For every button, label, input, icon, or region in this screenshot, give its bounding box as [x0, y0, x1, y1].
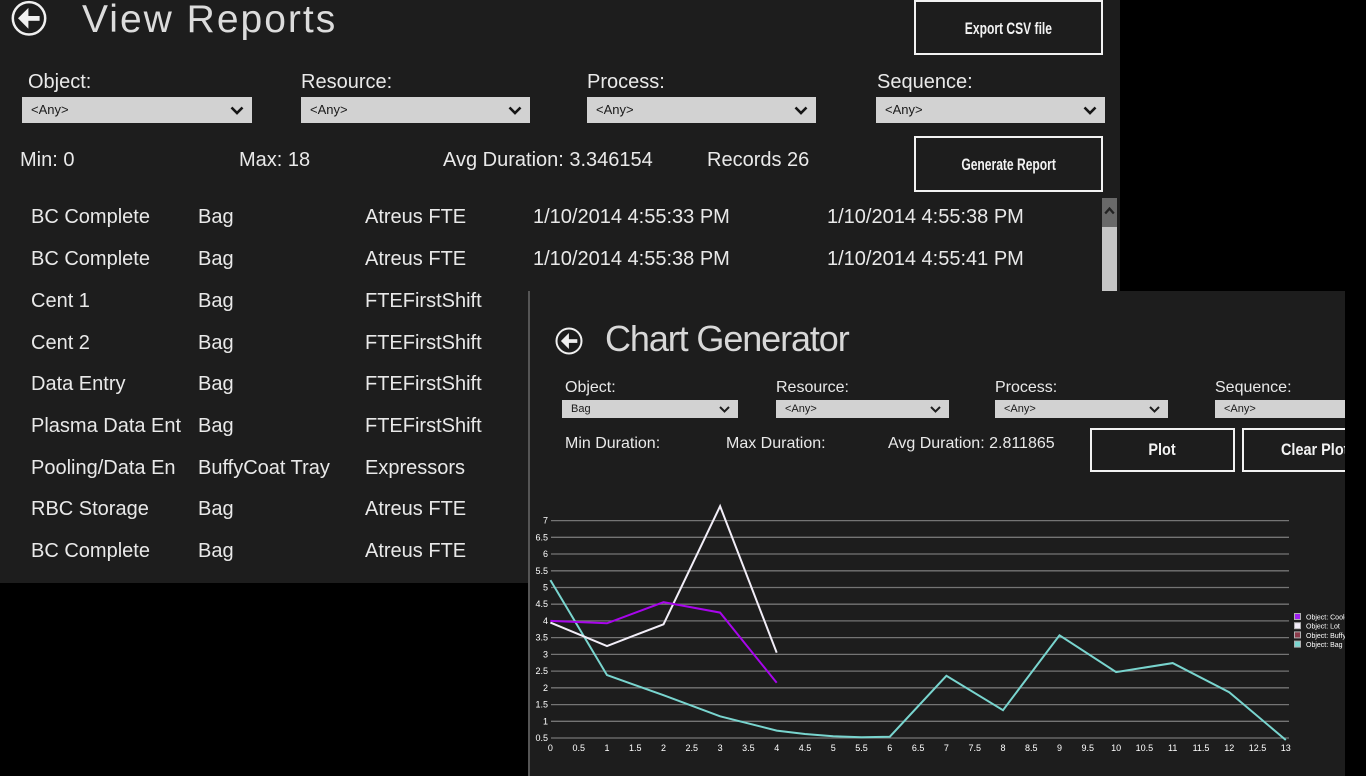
- svg-text:5: 5: [543, 583, 548, 593]
- svg-text:6: 6: [543, 549, 548, 559]
- svg-text:10: 10: [1111, 743, 1121, 753]
- svg-text:2: 2: [543, 683, 548, 693]
- svg-text:11.5: 11.5: [1193, 743, 1210, 753]
- svg-text:5.5: 5.5: [535, 566, 548, 576]
- svg-text:6.5: 6.5: [912, 743, 925, 753]
- svg-text:3.5: 3.5: [535, 633, 548, 643]
- svg-text:12: 12: [1224, 743, 1234, 753]
- svg-text:9.5: 9.5: [1082, 743, 1095, 753]
- svg-text:2.5: 2.5: [535, 666, 548, 676]
- svg-text:3.5: 3.5: [742, 743, 755, 753]
- svg-text:4.5: 4.5: [799, 743, 812, 753]
- svg-text:7.5: 7.5: [968, 743, 981, 753]
- svg-text:7: 7: [543, 516, 548, 526]
- svg-text:8.5: 8.5: [1025, 743, 1038, 753]
- svg-text:7: 7: [944, 743, 949, 753]
- svg-text:2: 2: [661, 743, 666, 753]
- svg-text:3: 3: [543, 649, 548, 659]
- svg-text:0.5: 0.5: [535, 733, 548, 743]
- svg-text:0.5: 0.5: [572, 743, 585, 753]
- svg-text:6.5: 6.5: [535, 532, 548, 542]
- svg-text:9: 9: [1057, 743, 1062, 753]
- svg-text:4.5: 4.5: [535, 599, 548, 609]
- svg-text:5: 5: [831, 743, 836, 753]
- svg-text:11: 11: [1168, 743, 1177, 753]
- svg-text:12.5: 12.5: [1249, 743, 1267, 753]
- svg-text:4: 4: [543, 616, 548, 626]
- svg-text:8: 8: [1000, 743, 1005, 753]
- svg-text:Object: Cooler: Object: Cooler: [1306, 615, 1345, 622]
- svg-text:3: 3: [718, 743, 723, 753]
- svg-text:4: 4: [774, 743, 779, 753]
- svg-text:Object: Lot: Object: Lot: [1306, 624, 1340, 631]
- svg-text:Object: BuffyCoat: Object: BuffyCoat: [1306, 633, 1345, 640]
- svg-text:13: 13: [1281, 743, 1291, 753]
- svg-text:0: 0: [548, 743, 553, 753]
- svg-text:1: 1: [543, 716, 548, 726]
- svg-text:1: 1: [604, 743, 609, 753]
- svg-text:6: 6: [887, 743, 892, 753]
- svg-text:1.5: 1.5: [535, 700, 548, 710]
- svg-text:2.5: 2.5: [686, 743, 699, 753]
- svg-text:Object: Bag: Object: Bag: [1306, 642, 1343, 649]
- svg-text:10.5: 10.5: [1136, 743, 1154, 753]
- svg-text:1.5: 1.5: [629, 743, 642, 753]
- svg-text:5.5: 5.5: [855, 743, 868, 753]
